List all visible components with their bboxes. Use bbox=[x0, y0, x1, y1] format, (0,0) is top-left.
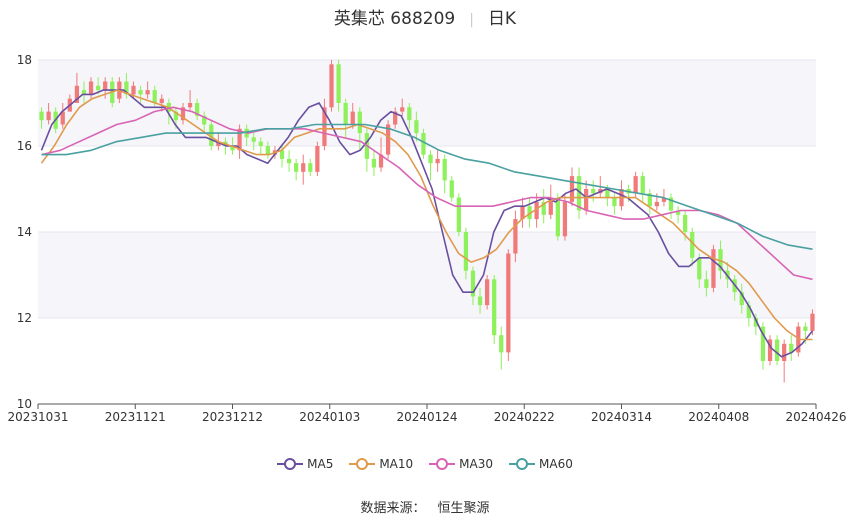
candle-body bbox=[683, 214, 688, 232]
candle-body bbox=[301, 163, 306, 172]
candle-body bbox=[265, 146, 270, 155]
candle-body bbox=[88, 81, 94, 95]
candle-body bbox=[584, 189, 589, 211]
candle-body bbox=[782, 343, 787, 361]
candle-body bbox=[612, 197, 617, 207]
candle-body bbox=[131, 85, 136, 95]
candle-body bbox=[138, 90, 143, 95]
candle-body bbox=[449, 180, 454, 198]
candle-body bbox=[463, 232, 469, 271]
candle-body bbox=[414, 120, 419, 134]
candle-body bbox=[357, 111, 362, 134]
data-source: 数据来源： 恒生聚源 bbox=[0, 497, 850, 516]
legend-item-ma60[interactable]: MA60 bbox=[509, 457, 573, 471]
y-tick-label: 12 bbox=[17, 311, 32, 325]
candle-body bbox=[258, 141, 263, 146]
candle-body bbox=[159, 98, 164, 103]
candle-body bbox=[492, 279, 497, 336]
candle-body bbox=[810, 313, 815, 331]
y-tick-label: 10 bbox=[17, 397, 32, 411]
legend-item-ma5[interactable]: MA5 bbox=[277, 457, 333, 471]
candle-body bbox=[294, 163, 299, 172]
candle-body bbox=[152, 90, 157, 103]
x-tick-label: 20240222 bbox=[494, 410, 555, 424]
legend-ma60-icon bbox=[509, 458, 536, 470]
x-tick-label: 20231121 bbox=[105, 410, 166, 424]
candle-body bbox=[442, 158, 447, 181]
candle-body bbox=[350, 111, 355, 125]
candle-body bbox=[435, 158, 440, 164]
legend-item-ma30[interactable]: MA30 bbox=[429, 457, 493, 471]
candle-body bbox=[697, 257, 702, 280]
x-tick-label: 20240426 bbox=[785, 410, 846, 424]
candle-body bbox=[407, 107, 412, 121]
candle-body bbox=[315, 146, 320, 172]
legend: MA5 MA10 MA30 MA60 bbox=[0, 457, 850, 471]
candle-body bbox=[711, 249, 716, 288]
x-tick-label: 20231212 bbox=[202, 410, 263, 424]
candle-body bbox=[506, 253, 511, 353]
x-tick-label: 20240103 bbox=[299, 410, 360, 424]
candle-body bbox=[774, 339, 780, 361]
legend-ma30-label: MA30 bbox=[459, 457, 494, 471]
candle-body bbox=[286, 158, 292, 164]
candle-body bbox=[555, 197, 560, 237]
candle-body bbox=[640, 176, 645, 194]
candle-body bbox=[562, 201, 568, 237]
candle-body bbox=[251, 137, 256, 142]
candle-body bbox=[46, 111, 51, 121]
y-tick-label: 18 bbox=[17, 53, 32, 67]
kline-chart: 10 12 14 16 18 20231031 20231121 20231212 202401… bbox=[7, 53, 846, 424]
candle-body bbox=[400, 107, 405, 112]
x-tick-label: 20240408 bbox=[688, 410, 749, 424]
candle-body bbox=[371, 158, 377, 168]
x-tick-label: 20240124 bbox=[396, 410, 457, 424]
candle-body bbox=[654, 201, 659, 207]
source-label: 数据来源： bbox=[360, 501, 426, 516]
candle-body bbox=[456, 197, 461, 232]
candle-body bbox=[591, 189, 596, 194]
candle-body bbox=[103, 81, 108, 91]
candle-body bbox=[803, 326, 808, 331]
candle-body bbox=[329, 64, 334, 108]
candle-body bbox=[499, 335, 504, 353]
candle-body bbox=[421, 133, 426, 155]
legend-ma10-icon bbox=[349, 458, 376, 470]
candle-body bbox=[187, 103, 193, 108]
candle-body bbox=[95, 85, 101, 91]
legend-ma60-label: MA60 bbox=[539, 457, 573, 471]
candle-body bbox=[308, 163, 313, 172]
candle-body bbox=[633, 176, 638, 194]
legend-ma5-icon bbox=[277, 458, 304, 470]
source-value: 恒生聚源 bbox=[437, 501, 490, 516]
y-tick-label: 14 bbox=[17, 225, 32, 239]
candle-body bbox=[343, 103, 348, 125]
x-tick-label: 20240314 bbox=[591, 410, 652, 424]
candle-body bbox=[477, 296, 483, 306]
x-tick-label: 20231031 bbox=[7, 410, 68, 424]
y-tick-label: 16 bbox=[17, 139, 32, 153]
legend-ma5-label: MA5 bbox=[307, 457, 334, 471]
candle-body bbox=[484, 279, 490, 306]
candle-body bbox=[279, 150, 285, 159]
legend-ma30-icon bbox=[429, 458, 456, 470]
legend-item-ma10[interactable]: MA10 bbox=[349, 457, 413, 471]
candle-body bbox=[336, 64, 341, 103]
candle-body bbox=[39, 111, 44, 121]
candle-body bbox=[428, 154, 433, 164]
candle-body bbox=[704, 279, 709, 288]
candle-body bbox=[145, 90, 150, 95]
legend-ma10-label: MA10 bbox=[379, 457, 414, 471]
